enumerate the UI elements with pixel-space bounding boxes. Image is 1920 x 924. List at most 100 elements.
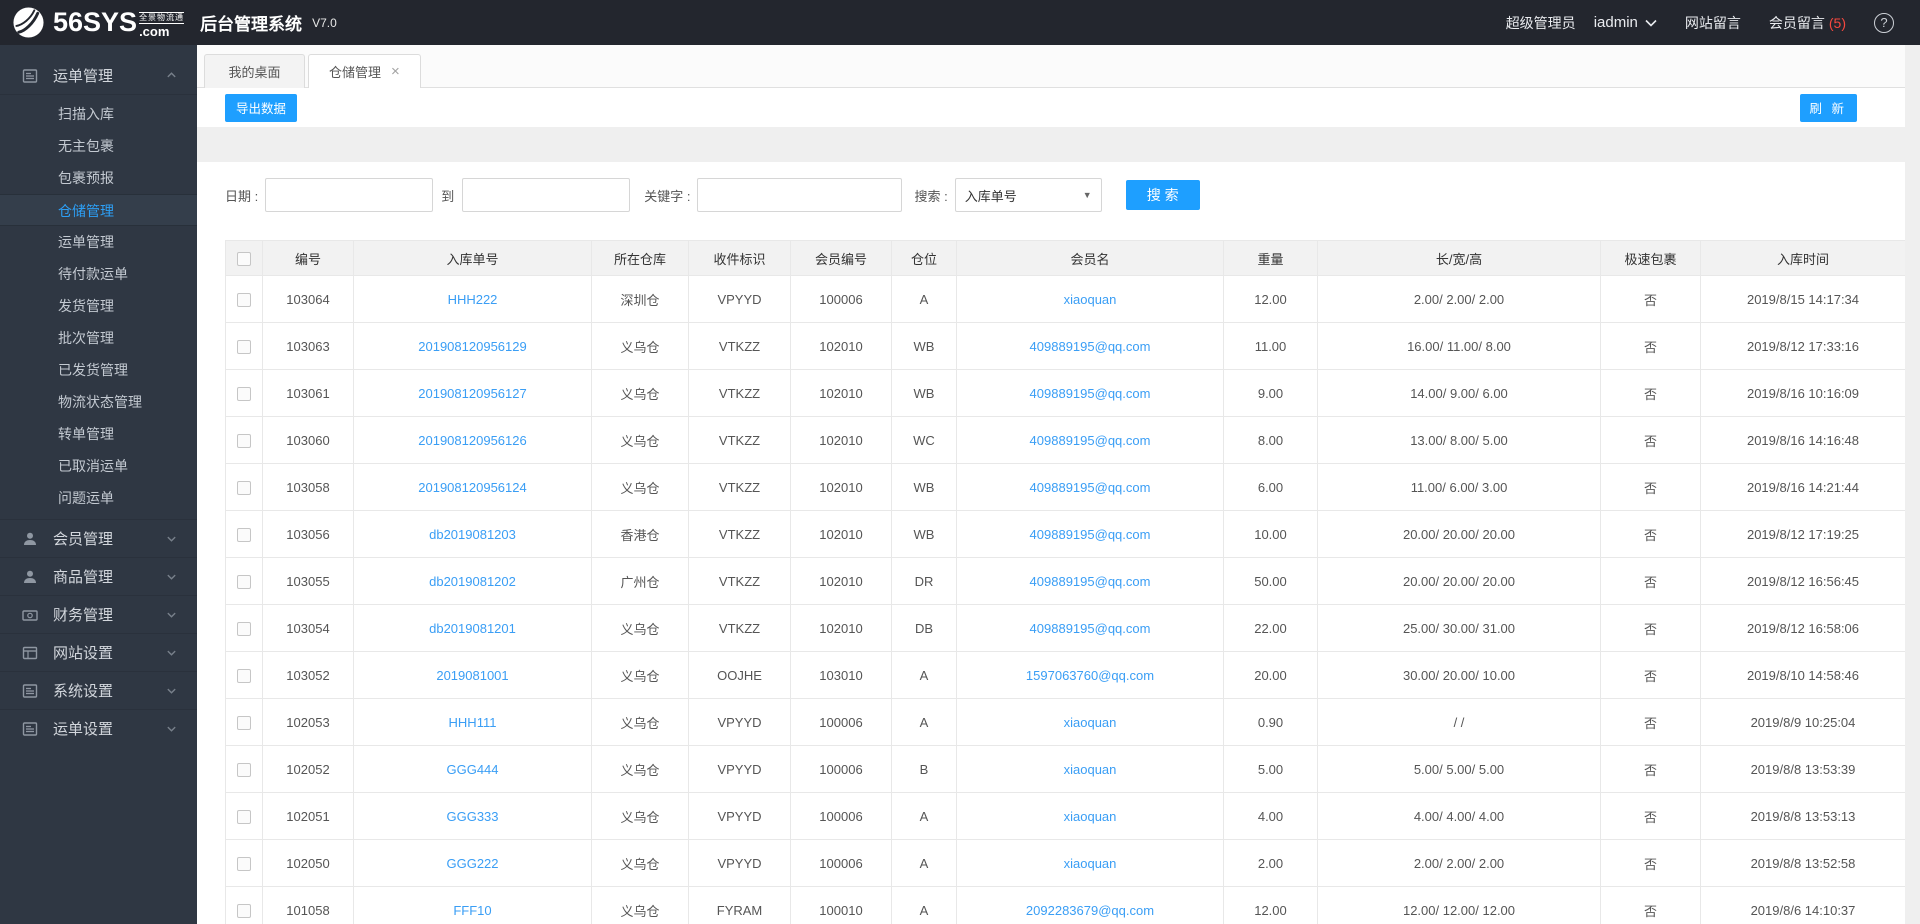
cell-order-no-link[interactable]: db2019081202	[429, 574, 516, 589]
tab-2[interactable]: 仓储管理 ×	[308, 54, 421, 88]
cell-order-no-link[interactable]: 201908120956127	[418, 386, 526, 401]
date-from-input[interactable]	[265, 178, 434, 212]
refresh-button[interactable]: 刷 新	[1799, 93, 1857, 122]
row-checkbox[interactable]	[237, 668, 251, 683]
sidebar-subitem-5[interactable]: 运单管理	[0, 226, 197, 258]
cell-order-no-link[interactable]: db2019081203	[429, 527, 516, 542]
cell-order-no-link[interactable]: GGG333	[446, 809, 498, 824]
sidebar-subitem-13[interactable]: 问题运单	[0, 482, 197, 514]
username[interactable]: iadmin	[1594, 14, 1657, 31]
sidebar-subitem-1[interactable]: 扫描入库	[0, 98, 197, 130]
row-checkbox[interactable]	[237, 856, 251, 871]
sidebar-item-6[interactable]: 系统设置	[0, 672, 197, 709]
cell-dims: 2.00/ 2.00/ 2.00	[1317, 839, 1601, 887]
sidebar-item-3[interactable]: 商品管理	[0, 558, 197, 595]
row-checkbox[interactable]	[237, 762, 251, 777]
member-messages-link[interactable]: 会员留言 (5)	[1769, 13, 1846, 33]
cell-member-no: 100006	[790, 839, 892, 887]
cell-order-no-link[interactable]: HHH222	[448, 292, 498, 307]
sidebar-item-7[interactable]: 运单设置	[0, 710, 197, 747]
help-icon[interactable]: ?	[1874, 12, 1894, 33]
cell-member-link[interactable]: 2092283679@qq.com	[1026, 903, 1154, 918]
date-to-input[interactable]	[462, 178, 631, 212]
cell-mark: VTKZZ	[688, 369, 791, 417]
cell-member-link[interactable]: xiaoquan	[1064, 715, 1117, 730]
cell-member-link[interactable]: 409889195@qq.com	[1030, 386, 1151, 401]
cell-dims: / /	[1317, 698, 1601, 746]
cell-slot: WB	[891, 463, 957, 511]
cell-member-link[interactable]: 409889195@qq.com	[1030, 574, 1151, 589]
cell-slot: A	[891, 275, 957, 323]
cell-order-no-link[interactable]: GGG222	[446, 856, 498, 871]
cell-member-link[interactable]: 409889195@qq.com	[1030, 480, 1151, 495]
cell-member-link[interactable]: xiaoquan	[1064, 809, 1117, 824]
sidebar-subitem-10[interactable]: 物流状态管理	[0, 386, 197, 418]
export-data-button[interactable]: 导出数据	[225, 93, 298, 122]
cell-member-link[interactable]: xiaoquan	[1064, 762, 1117, 777]
row-checkbox[interactable]	[237, 621, 251, 636]
sidebar-item-4[interactable]: 财务管理	[0, 596, 197, 633]
cell-member-link[interactable]: 409889195@qq.com	[1030, 433, 1151, 448]
sidebar-subitem-6[interactable]: 待付款运单	[0, 258, 197, 290]
row-checkbox[interactable]	[237, 433, 251, 448]
cell-order-no-link[interactable]: 201908120956124	[418, 480, 526, 495]
user-menu[interactable]: 超级管理员 iadmin	[1506, 13, 1657, 33]
row-checkbox[interactable]	[237, 339, 251, 354]
cell-member-link[interactable]: xiaoquan	[1064, 856, 1117, 871]
table-header-row: 编号 入库单号 所在仓库 收件标识 会员编号 仓位 会员名 重量 长/宽/高 极速包裹 入库时间	[225, 240, 1905, 276]
cell-order-no-link[interactable]: HHH111	[449, 715, 497, 730]
cell-member: 409889195@qq.com	[956, 463, 1224, 511]
cell-order-no-link[interactable]: 201908120956129	[418, 339, 526, 354]
cell-order-no-link[interactable]: db2019081201	[429, 621, 516, 636]
row-checkbox[interactable]	[237, 809, 251, 824]
cell-warehouse: 义乌仓	[591, 604, 689, 652]
row-checkbox[interactable]	[237, 292, 251, 307]
cell-member: 409889195@qq.com	[956, 604, 1224, 652]
cell-order-no-link[interactable]: GGG444	[446, 762, 498, 777]
cell-member-link[interactable]: xiaoquan	[1064, 292, 1117, 307]
sidebar-subitem-3[interactable]: 包裹预报	[0, 162, 197, 194]
cell-member-link[interactable]: 409889195@qq.com	[1030, 339, 1151, 354]
select-all-checkbox[interactable]	[237, 251, 251, 266]
sidebar-item-5[interactable]: 网站设置	[0, 634, 197, 671]
cell-order-no-link[interactable]: 201908120956126	[418, 433, 526, 448]
tab-label: 仓储管理	[329, 65, 382, 80]
cell-id: 103064	[262, 275, 354, 323]
row-checkbox[interactable]	[237, 386, 251, 401]
row-checkbox[interactable]	[237, 903, 251, 918]
cell-order-no-link[interactable]: 2019081001	[436, 668, 508, 683]
row-checkbox[interactable]	[237, 574, 251, 589]
cell-slot: A	[891, 839, 957, 887]
sidebar-subitem-8[interactable]: 批次管理	[0, 322, 197, 354]
table-row: 102050 GGG222 义乌仓 VPYYD 100006 Axiaoquan 2.00 2…	[225, 839, 1905, 887]
sidebar-item-1[interactable]: 运单管理	[0, 57, 197, 94]
keyword-input[interactable]	[697, 178, 903, 212]
sidebar-subitem-9[interactable]: 已发货管理	[0, 354, 197, 386]
sidebar-item-2[interactable]: 会员管理	[0, 520, 197, 557]
sidebar-subitem-2[interactable]: 无主包裹	[0, 130, 197, 162]
tab-1[interactable]: 我的桌面	[204, 54, 305, 88]
cell-id: 103052	[262, 651, 354, 699]
cell-member-link[interactable]: 1597063760@qq.com	[1026, 668, 1154, 683]
sidebar-subitem-11[interactable]: 转单管理	[0, 418, 197, 450]
message-count-badge: (5)	[1828, 14, 1846, 31]
cell-slot: DR	[891, 557, 957, 605]
cell-member-no: 102010	[790, 369, 892, 417]
row-checkbox[interactable]	[237, 715, 251, 730]
row-checkbox[interactable]	[237, 527, 251, 542]
site-messages-link[interactable]: 网站留言	[1685, 13, 1741, 33]
sidebar-section-2: 会员管理	[0, 519, 197, 557]
cell-member-link[interactable]: 409889195@qq.com	[1030, 621, 1151, 636]
cell-member: 409889195@qq.com	[956, 557, 1224, 605]
sidebar-subitem-7[interactable]: 发货管理	[0, 290, 197, 322]
sidebar-subitem-4[interactable]: 仓储管理	[0, 194, 197, 226]
sidebar-subitem-12[interactable]: 已取消运单	[0, 450, 197, 482]
search-type-select[interactable]: 入库单号 ▼	[954, 178, 1102, 212]
cell-member-link[interactable]: 409889195@qq.com	[1030, 527, 1151, 542]
cell-slot: WB	[891, 322, 957, 370]
row-checkbox[interactable]	[237, 480, 251, 495]
close-icon[interactable]: ×	[391, 64, 400, 79]
table-row: 103061 201908120956127 义乌仓 VTKZZ 102010 WB 409…	[225, 369, 1905, 417]
search-button[interactable]: 搜 索	[1125, 180, 1200, 210]
cell-order-no-link[interactable]: FFF10	[453, 903, 491, 918]
